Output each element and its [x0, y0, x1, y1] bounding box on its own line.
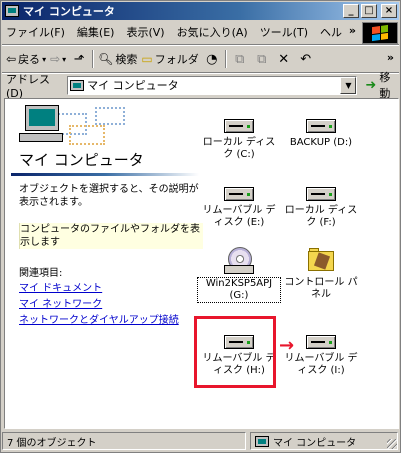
toolbar-overflow-chevron[interactable]: »	[387, 51, 394, 64]
hard-drive-icon	[306, 119, 336, 133]
address-bar: アドレス(D) マイ コンピュータ ▼ ➜ 移動	[2, 71, 399, 100]
back-button[interactable]: ⇦ 戻る ▾	[6, 51, 46, 67]
control-panel-label: コントロール パネル	[284, 277, 358, 300]
status-zone: マイ コンピュータ	[250, 432, 398, 450]
up-folder-icon[interactable]: ⬏	[70, 50, 88, 68]
my-computer-small-icon	[255, 435, 269, 447]
folder-icon: ▭	[141, 52, 153, 66]
forward-dropdown-icon: ▾	[62, 54, 67, 64]
menu-view[interactable]: 表示(V)	[126, 24, 164, 40]
windows-logo-icon	[362, 22, 398, 44]
link-my-network[interactable]: マイ ネットワーク	[19, 295, 102, 310]
history-icon[interactable]: ◔	[203, 50, 221, 68]
go-arrow-icon: ➜	[365, 77, 377, 93]
maximize-button[interactable]: □	[361, 4, 377, 18]
drive-e-label: リムーバブル ディスク (E:)	[202, 205, 276, 228]
hard-drive-icon	[224, 119, 254, 133]
address-label: アドレス(D)	[6, 72, 50, 100]
undo-icon[interactable]: ↶	[297, 50, 315, 68]
drive-g-item[interactable]: Win2KSP5APJ (G:)	[197, 245, 281, 303]
pane-title-rule	[11, 173, 199, 176]
toolbar-separator	[92, 50, 95, 68]
window-title: マイ コンピュータ	[23, 5, 115, 18]
drive-e-item[interactable]: リムーバブル ディスク (E:)	[197, 187, 281, 229]
standard-toolbar: ⇦ 戻る ▾ ⇨ ▾ ⬏ 🔍︎ 検索 ▭ フォルダ ◔ ⧉ ⧉ ✕ ↶	[2, 47, 399, 71]
highlight-frame	[194, 316, 276, 388]
drive-f-item[interactable]: ローカル ディスク (F:)	[279, 187, 363, 229]
pane-description: オブジェクトを選択すると、その説明が表示されます。	[19, 184, 199, 208]
removable-drive-icon	[224, 187, 254, 201]
explorer-window: マイ コンピュータ _ □ × ファイル(F) 編集(E) 表示(V) お気に入…	[0, 0, 401, 453]
drive-g-label: Win2KSP5APJ (G:)	[197, 277, 281, 303]
menu-separator	[2, 44, 399, 46]
status-object-count: 7 個のオブジェクト	[2, 432, 246, 450]
menu-edit[interactable]: 編集(E)	[77, 24, 115, 40]
window-controls: _ □ ×	[343, 4, 397, 18]
drive-f-label: ローカル ディスク (F:)	[284, 205, 358, 228]
hard-drive-icon	[306, 187, 336, 201]
drive-i-label: リムーバブル ディスク (I:)	[284, 353, 358, 376]
folders-label: フォルダ	[154, 53, 199, 66]
control-panel-icon	[306, 245, 336, 275]
drive-c-item[interactable]: ローカル ディスク (C:)	[197, 119, 281, 161]
forward-arrow-icon: ⇨	[50, 52, 61, 66]
delete-icon[interactable]: ✕	[275, 50, 293, 68]
status-bar: 7 個のオブジェクト マイ コンピュータ	[2, 431, 399, 451]
related-title: 関連項目:	[19, 268, 63, 279]
resize-grip[interactable]	[387, 439, 397, 449]
my-computer-small-icon	[70, 79, 85, 91]
menu-overflow-chevron[interactable]: »	[349, 24, 356, 37]
address-input[interactable]: マイ コンピュータ ▼	[67, 75, 358, 95]
toolbar-separator-2	[224, 50, 227, 68]
close-button[interactable]: ×	[381, 4, 397, 18]
drive-c-label: ローカル ディスク (C:)	[202, 137, 276, 160]
web-view-pane: マイ コンピュータ オブジェクトを選択すると、その説明が表示されます。 コンピュ…	[5, 99, 205, 428]
pane-info-tip: コンピュータのファイルやフォルダを表示します	[19, 223, 203, 249]
back-label: 戻る	[18, 53, 41, 66]
search-icon: 🔍︎	[98, 52, 114, 66]
menu-tools[interactable]: ツール(T)	[260, 24, 308, 40]
menu-bar: ファイル(F) 編集(E) 表示(V) お気に入り(A) ツール(T) ヘル	[2, 22, 362, 42]
pane-title: マイ コンピュータ	[19, 151, 144, 169]
address-value: マイ コンピュータ	[87, 79, 179, 92]
back-arrow-icon: ⇦	[6, 52, 17, 66]
minimize-button[interactable]: _	[343, 4, 359, 18]
title-bar[interactable]: マイ コンピュータ _ □ ×	[2, 2, 399, 20]
cd-drive-icon	[224, 245, 254, 275]
right-arrow-icon: →	[279, 335, 295, 356]
control-panel-item[interactable]: コントロール パネル	[279, 245, 363, 301]
search-label: 検索	[115, 53, 138, 66]
search-button[interactable]: 🔍︎ 検索	[98, 51, 137, 67]
copy-to-icon[interactable]: ⧉	[253, 50, 271, 68]
menu-help[interactable]: ヘル	[320, 24, 342, 40]
folder-view: マイ コンピュータ オブジェクトを選択すると、その説明が表示されます。 コンピュ…	[4, 98, 399, 429]
drive-d-item[interactable]: BACKUP (D:)	[279, 119, 363, 149]
back-dropdown-icon: ▾	[42, 54, 47, 64]
menu-favorites[interactable]: お気に入り(A)	[177, 24, 248, 40]
go-label: 移動	[379, 71, 391, 100]
my-computer-icon	[5, 5, 19, 17]
link-network-dialup[interactable]: ネットワークとダイヤルアップ接続	[19, 311, 179, 326]
menu-file[interactable]: ファイル(F)	[6, 24, 65, 40]
forward-button[interactable]: ⇨ ▾	[50, 52, 66, 66]
status-zone-label: マイ コンピュータ	[273, 437, 357, 449]
address-dropdown-button[interactable]: ▼	[340, 76, 357, 94]
link-my-documents[interactable]: マイ ドキュメント	[19, 279, 102, 294]
move-to-icon[interactable]: ⧉	[231, 50, 249, 68]
removable-drive-icon	[306, 335, 336, 349]
drive-d-label: BACKUP (D:)	[289, 137, 353, 148]
computer-large-icon	[19, 105, 63, 145]
folders-button[interactable]: ▭ フォルダ	[141, 51, 198, 67]
go-button[interactable]: ➜ 移動	[365, 69, 399, 101]
